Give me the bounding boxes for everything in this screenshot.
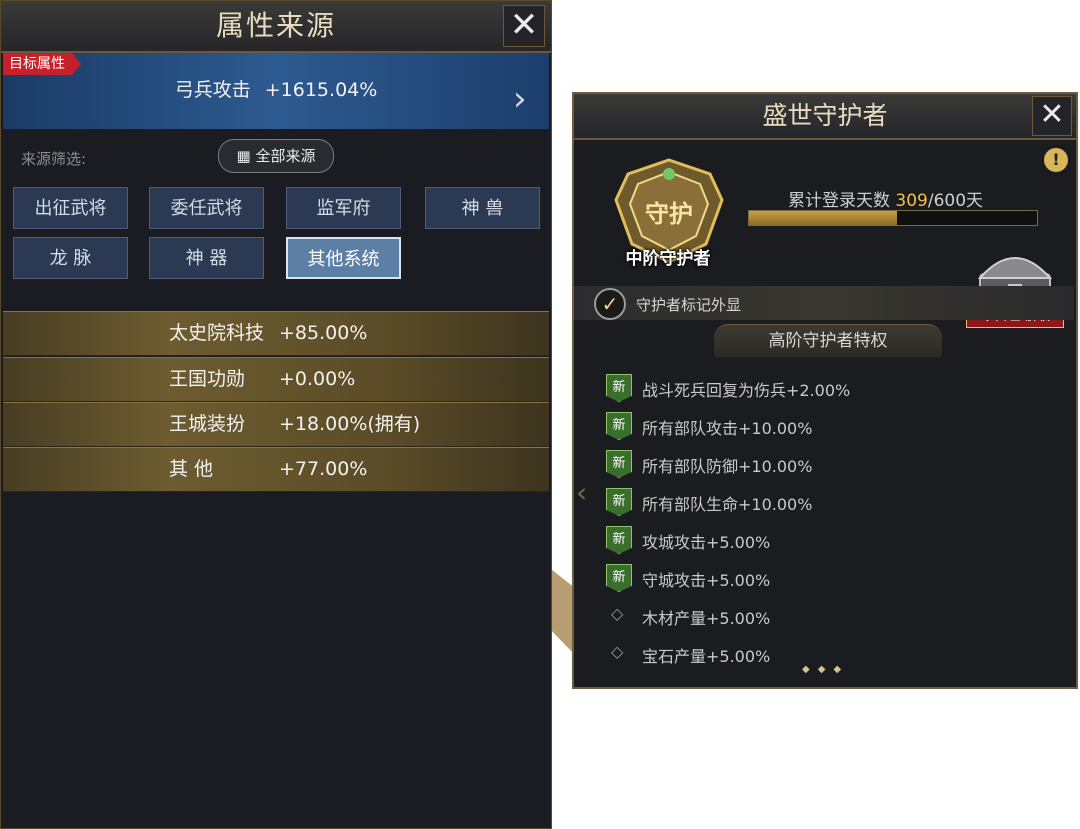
filter-button-appointed-generals[interactable]: 委任武将 bbox=[149, 187, 264, 229]
diamond-icon: ◇ bbox=[611, 642, 624, 661]
source-value: +77.00% bbox=[279, 458, 368, 480]
close-icon[interactable]: ✕ bbox=[1032, 96, 1072, 136]
source-row-other[interactable]: 其 他 +77.00% bbox=[3, 447, 549, 492]
all-sources-label: 全部来源 bbox=[255, 147, 316, 165]
guardian-tier-label: 中阶守护者 bbox=[625, 249, 711, 269]
source-row: 王城装扮 +18.00%(拥有) bbox=[3, 402, 549, 447]
chevron-right-icon[interactable]: › bbox=[513, 79, 527, 119]
new-badge-icon: 新 bbox=[606, 564, 632, 592]
target-attribute-value: +1615.04% bbox=[264, 79, 378, 101]
filter-label: 来源筛选: bbox=[21, 150, 87, 168]
page-indicator-dots[interactable]: ◆◆◆ bbox=[802, 664, 849, 675]
new-badge-icon: 新 bbox=[606, 488, 632, 516]
perk-text: 木材产量+5.00% bbox=[642, 609, 771, 628]
new-badge-icon: 新 bbox=[606, 374, 632, 402]
login-progress-fill bbox=[749, 211, 898, 225]
all-sources-button[interactable]: ▦ 全部来源 bbox=[218, 139, 334, 173]
grid-icon: ▦ bbox=[236, 147, 256, 165]
source-value: +85.00% bbox=[279, 322, 368, 344]
diamond-icon: ◇ bbox=[611, 604, 624, 623]
source-row: 太史院科技 +85.00% bbox=[3, 311, 549, 356]
target-attribute-tag: 目标属性 bbox=[3, 53, 81, 75]
filter-button-artifact[interactable]: 神 器 bbox=[149, 237, 264, 279]
info-icon[interactable]: ! bbox=[1044, 148, 1068, 172]
panel-title: 盛世守护者 bbox=[574, 94, 1076, 140]
perk-text: 宝石产量+5.00% bbox=[642, 647, 771, 666]
checkmark-icon[interactable]: ✓ bbox=[594, 288, 626, 320]
badge-emblem-text: 守护 bbox=[645, 199, 693, 228]
filter-button-dragon-vein[interactable]: 龙 脉 bbox=[13, 237, 128, 279]
filter-button-supervisor-office[interactable]: 监军府 bbox=[286, 187, 401, 229]
login-days-current: 309 bbox=[895, 191, 928, 211]
panel-title: 属性来源 bbox=[1, 1, 551, 53]
source-row: 王国功勋 +0.00% bbox=[3, 357, 549, 402]
new-badge-icon: 新 bbox=[606, 412, 632, 440]
source-value: +0.00% bbox=[279, 368, 356, 390]
guardian-mark-label: 守护者标记外显 bbox=[636, 296, 742, 314]
guardian-panel: 盛世守护者 ✕ ! 守护 中阶守护者 累计登录天数 309/600天 今日已领取… bbox=[572, 92, 1078, 689]
target-attribute-text: 弓兵攻击 +1615.04% bbox=[1, 75, 551, 102]
perk-text: 战斗死兵回复为伤兵+2.00% bbox=[642, 381, 851, 400]
login-days-target: /600天 bbox=[927, 191, 984, 211]
perk-text: 所有部队攻击+10.00% bbox=[642, 419, 813, 438]
new-badge-icon: 新 bbox=[606, 526, 632, 554]
source-name: 太史院科技 bbox=[169, 322, 265, 344]
perk-text: 攻城攻击+5.00% bbox=[642, 533, 771, 552]
filter-button-other-systems[interactable]: 其他系统 bbox=[286, 237, 401, 279]
perk-text: 所有部队防御+10.00% bbox=[642, 457, 813, 476]
login-days: 累计登录天数 309/600天 bbox=[788, 186, 983, 211]
new-badge-icon: 新 bbox=[606, 450, 632, 478]
filter-button-expedition-generals[interactable]: 出征武将 bbox=[13, 187, 128, 229]
source-name: 王城装扮 bbox=[169, 413, 246, 435]
source-name: 其 他 bbox=[169, 458, 214, 480]
filter-button-divine-beast[interactable]: 神 兽 bbox=[425, 187, 540, 229]
perk-text: 所有部队生命+10.00% bbox=[642, 495, 813, 514]
close-icon[interactable]: ✕ bbox=[503, 5, 545, 47]
privilege-header: 高阶守护者特权 bbox=[714, 324, 942, 357]
attribute-source-panel: 属性来源 ✕ 目标属性 弓兵攻击 +1615.04% › 来源筛选: ▦ 全部来… bbox=[0, 0, 552, 829]
login-days-label: 累计登录天数 bbox=[788, 191, 890, 211]
perk-text: 守城攻击+5.00% bbox=[642, 571, 771, 590]
source-value: +18.00%(拥有) bbox=[279, 413, 421, 435]
source-name: 王国功勋 bbox=[169, 368, 246, 390]
login-progress-bar bbox=[748, 210, 1038, 226]
chevron-left-icon: ‹ bbox=[576, 476, 588, 509]
target-attribute-name: 弓兵攻击 bbox=[174, 79, 251, 101]
